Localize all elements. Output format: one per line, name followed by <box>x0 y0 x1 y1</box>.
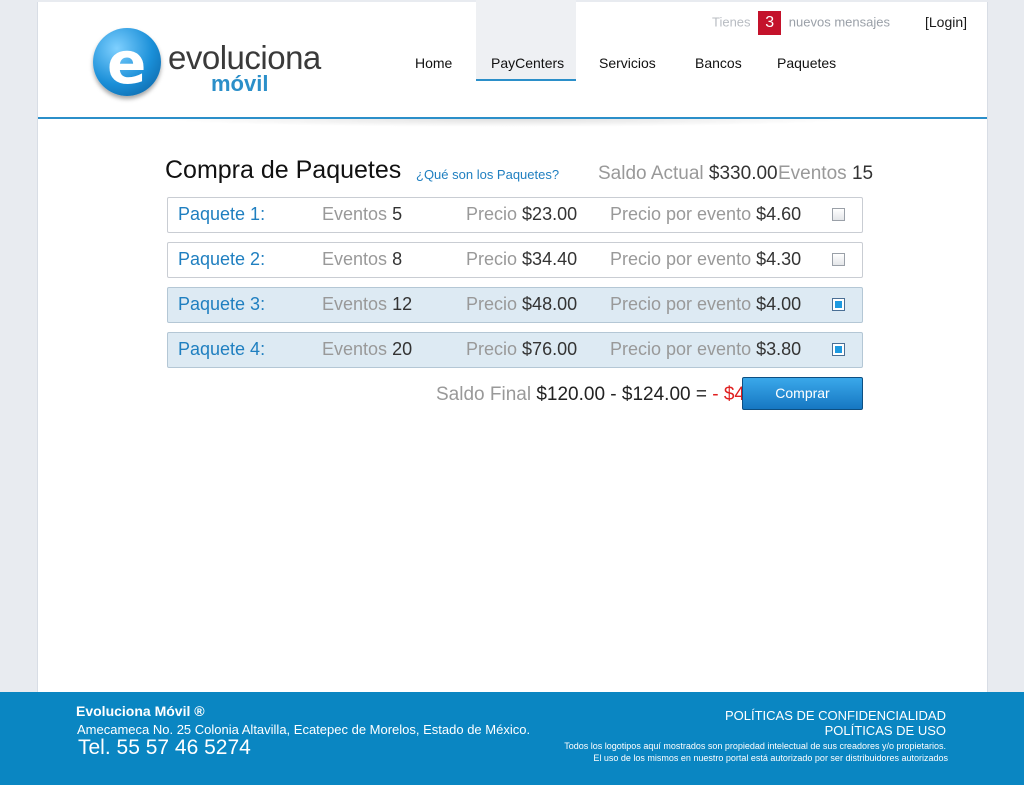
package-events-label: Eventos <box>322 249 388 269</box>
nav-paquetes[interactable]: Paquetes <box>777 55 836 71</box>
events-value: 15 <box>851 163 874 184</box>
logo[interactable]: e evoluciona móvil <box>93 26 323 106</box>
footer-phone: Tel. 55 57 46 5274 <box>78 736 251 759</box>
package-events: 12 <box>392 294 413 314</box>
page-container: e evoluciona móvil Tienes 3 nuevos mensa… <box>37 0 988 692</box>
package-events: 20 <box>392 339 413 359</box>
package-ppe-label: Precio por evento <box>610 294 752 314</box>
final-balance-equation: $120.00 - $124.00 = <box>536 384 707 405</box>
package-row[interactable]: Paquete 1: Eventos 5 Precio $23.00 Preci… <box>167 197 863 233</box>
footer-inner: Evoluciona Móvil ® Amecameca No. 25 Colo… <box>37 692 986 785</box>
messages-suffix: nuevos mensajes <box>788 14 890 30</box>
terms-of-use-link[interactable]: POLÍTICAS DE USO <box>825 723 946 738</box>
help-link[interactable]: ¿Qué son los Paquetes? <box>416 167 559 182</box>
package-ppe-label: Precio por evento <box>610 339 752 359</box>
final-balance-label: Saldo Final <box>436 384 532 405</box>
package-row[interactable]: Paquete 3: Eventos 12 Precio $48.00 Prec… <box>167 287 863 323</box>
package-ppe: $4.60 <box>756 204 802 224</box>
package-checkbox-checked[interactable] <box>832 298 845 311</box>
logo-circle-icon: e <box>93 28 161 96</box>
package-events-label: Eventos <box>322 339 388 359</box>
events-label: Eventos <box>778 163 847 184</box>
nav-servicios[interactable]: Servicios <box>599 55 656 71</box>
footer: Evoluciona Móvil ® Amecameca No. 25 Colo… <box>0 692 1024 785</box>
final-balance: Saldo Final $120.00 - $124.00 = - $4.00 <box>436 384 771 406</box>
current-events: Eventos 15 <box>778 163 873 185</box>
package-events: 5 <box>392 204 403 224</box>
current-balance: Saldo Actual $330.00 <box>598 163 778 185</box>
package-name: Paquete 1: <box>178 204 266 224</box>
logo-subtitle: móvil <box>211 71 269 96</box>
package-ppe: $4.30 <box>756 249 802 269</box>
nav-home[interactable]: Home <box>415 55 452 71</box>
messages-count-badge[interactable]: 3 <box>758 11 782 35</box>
header-shadow <box>158 119 858 127</box>
package-price-label: Precio <box>466 294 518 314</box>
nav-bancos[interactable]: Bancos <box>695 55 742 71</box>
package-ppe: $3.80 <box>756 339 802 359</box>
package-events: 8 <box>392 249 403 269</box>
package-ppe-label: Precio por evento <box>610 249 752 269</box>
footer-address: Amecameca No. 25 Colonia Altavilla, Ecat… <box>77 722 531 737</box>
balance-label: Saldo Actual <box>598 163 704 184</box>
privacy-policy-link[interactable]: POLÍTICAS DE CONFIDENCIALIDAD <box>725 708 946 723</box>
logo-letter: e <box>107 29 147 97</box>
package-price-label: Precio <box>466 204 518 224</box>
package-events-label: Eventos <box>322 294 388 314</box>
package-name: Paquete 3: <box>178 294 266 314</box>
login-link[interactable]: [Login] <box>925 14 967 30</box>
package-checkbox[interactable] <box>832 208 845 221</box>
package-price: $76.00 <box>522 339 578 359</box>
messages-notice[interactable]: Tienes 3 nuevos mensajes <box>712 11 890 35</box>
package-price-label: Precio <box>466 249 518 269</box>
package-name: Paquete 2: <box>178 249 266 269</box>
package-ppe: $4.00 <box>756 294 802 314</box>
balance-value: $330.00 <box>708 163 778 184</box>
package-ppe-label: Precio por evento <box>610 204 752 224</box>
buy-button[interactable]: Comprar <box>742 377 863 410</box>
package-price: $48.00 <box>522 294 578 314</box>
messages-prefix: Tienes <box>712 14 751 30</box>
footer-legal-note: Todos los logotipos aquí mostrados son p… <box>564 741 946 751</box>
package-name: Paquete 4: <box>178 339 266 359</box>
page-title: Compra de Paquetes <box>165 156 402 184</box>
package-price-label: Precio <box>466 339 518 359</box>
package-price: $34.40 <box>522 249 578 269</box>
package-row[interactable]: Paquete 4: Eventos 20 Precio $76.00 Prec… <box>167 332 863 368</box>
package-events-label: Eventos <box>322 204 388 224</box>
nav-paycenters[interactable]: PayCenters <box>491 55 564 71</box>
package-price: $23.00 <box>522 204 578 224</box>
package-checkbox[interactable] <box>832 253 845 266</box>
package-checkbox-checked[interactable] <box>832 343 845 356</box>
footer-company: Evoluciona Móvil ® <box>76 703 205 719</box>
footer-legal-note-2: El uso de los mismos en nuestro portal e… <box>593 753 948 763</box>
package-row[interactable]: Paquete 2: Eventos 8 Precio $34.40 Preci… <box>167 242 863 278</box>
